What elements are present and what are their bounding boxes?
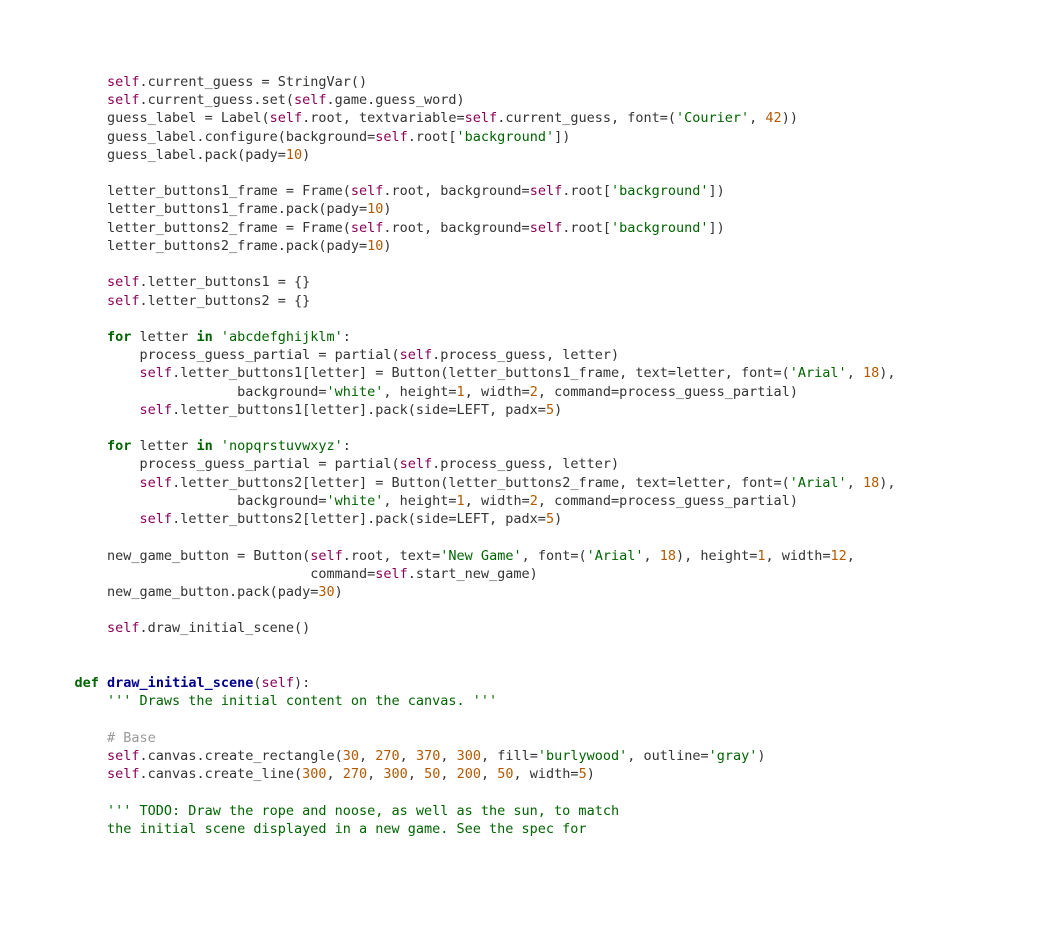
code-line[interactable]: self.letter_buttons1 = {} xyxy=(42,273,1060,291)
code-line[interactable]: letter_buttons1_frame = Frame(self.root,… xyxy=(42,182,1060,200)
code-line[interactable]: command=self.start_new_game) xyxy=(42,565,1060,583)
code-line[interactable]: process_guess_partial = partial(self.pro… xyxy=(42,346,1060,364)
code-editor[interactable]: self.current_guess = StringVar() self.cu… xyxy=(0,73,1060,838)
code-line[interactable]: self.canvas.create_line(300, 270, 300, 5… xyxy=(42,765,1060,783)
code-line[interactable] xyxy=(42,164,1060,182)
code-line[interactable] xyxy=(42,528,1060,546)
code-line[interactable] xyxy=(42,310,1060,328)
code-line[interactable]: self.letter_buttons2[letter].pack(side=L… xyxy=(42,510,1060,528)
code-line[interactable] xyxy=(42,638,1060,656)
code-line[interactable]: ''' TODO: Draw the rope and noose, as we… xyxy=(42,802,1060,820)
code-line[interactable]: self.letter_buttons2[letter] = Button(le… xyxy=(42,474,1060,492)
code-line[interactable]: # Base xyxy=(42,729,1060,747)
code-line[interactable]: self.current_guess.set(self.game.guess_w… xyxy=(42,91,1060,109)
code-line[interactable] xyxy=(42,419,1060,437)
code-line[interactable]: for letter in 'abcdefghijklm': xyxy=(42,328,1060,346)
code-line[interactable]: self.draw_initial_scene() xyxy=(42,619,1060,637)
code-line[interactable]: new_game_button = Button(self.root, text… xyxy=(42,547,1060,565)
code-line[interactable]: for letter in 'nopqrstuvwxyz': xyxy=(42,437,1060,455)
code-line[interactable] xyxy=(42,656,1060,674)
code-line[interactable]: background='white', height=1, width=2, c… xyxy=(42,383,1060,401)
code-line[interactable]: ''' Draws the initial content on the can… xyxy=(42,692,1060,710)
code-line[interactable] xyxy=(42,601,1060,619)
code-line[interactable] xyxy=(42,711,1060,729)
code-line[interactable]: new_game_button.pack(pady=30) xyxy=(42,583,1060,601)
code-line[interactable]: self.canvas.create_rectangle(30, 270, 37… xyxy=(42,747,1060,765)
code-line[interactable]: the initial scene displayed in a new gam… xyxy=(42,820,1060,838)
code-line[interactable] xyxy=(42,255,1060,273)
code-line[interactable]: guess_label = Label(self.root, textvaria… xyxy=(42,109,1060,127)
code-line[interactable]: guess_label.configure(background=self.ro… xyxy=(42,128,1060,146)
code-line[interactable]: letter_buttons1_frame.pack(pady=10) xyxy=(42,200,1060,218)
code-line[interactable] xyxy=(42,783,1060,801)
code-line[interactable]: background='white', height=1, width=2, c… xyxy=(42,492,1060,510)
code-line[interactable]: self.current_guess = StringVar() xyxy=(42,73,1060,91)
code-line[interactable]: guess_label.pack(pady=10) xyxy=(42,146,1060,164)
code-line[interactable]: letter_buttons2_frame = Frame(self.root,… xyxy=(42,219,1060,237)
code-line[interactable]: self.letter_buttons1[letter] = Button(le… xyxy=(42,364,1060,382)
code-line[interactable]: process_guess_partial = partial(self.pro… xyxy=(42,455,1060,473)
code-line[interactable]: letter_buttons2_frame.pack(pady=10) xyxy=(42,237,1060,255)
code-line[interactable]: self.letter_buttons1[letter].pack(side=L… xyxy=(42,401,1060,419)
code-line[interactable]: self.letter_buttons2 = {} xyxy=(42,292,1060,310)
code-line[interactable]: def draw_initial_scene(self): xyxy=(42,674,1060,692)
